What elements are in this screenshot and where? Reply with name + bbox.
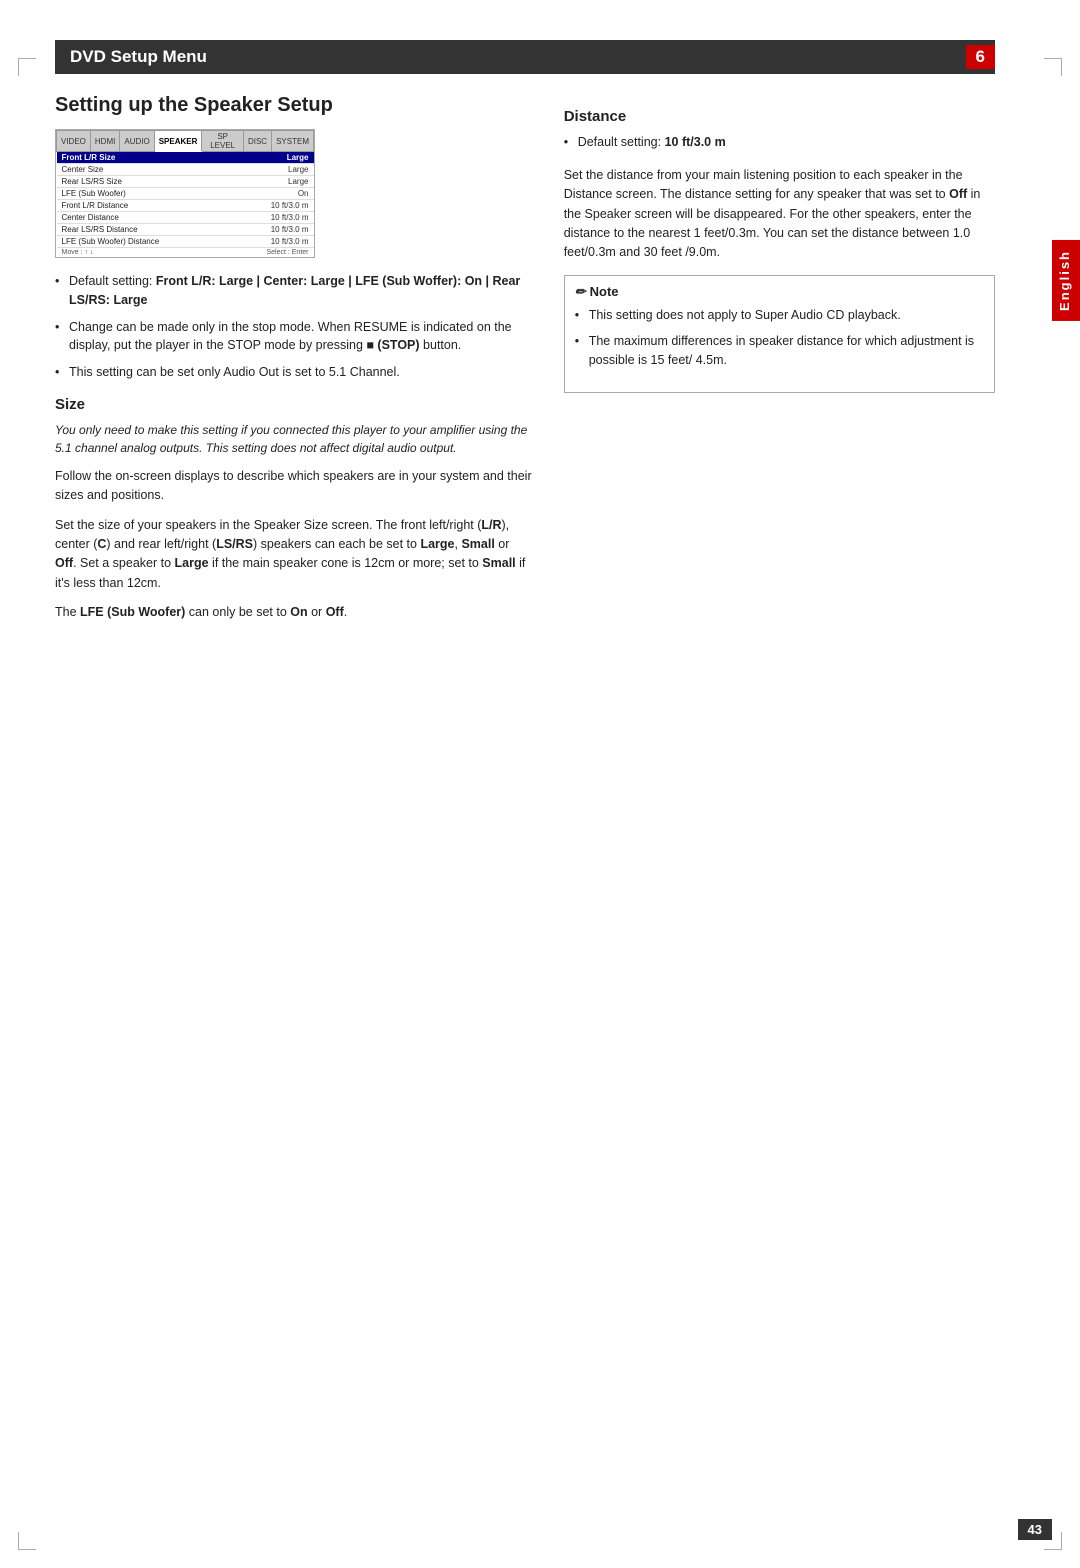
reardist-value: 10 ft/3.0 m [243,224,313,236]
tab-audio: AUDIO [120,131,154,152]
size-para-2: Set the size of your speakers in the Spe… [55,516,532,594]
center-label: Center Size [57,164,244,176]
screenshot-table: VIDEO HDMI AUDIO SPEAKER SP LEVEL DISC S… [56,130,314,257]
table-row-lfedist: LFE (Sub Woofer) Distance 10 ft/3.0 m [57,236,314,248]
tab-disc: DISC [243,131,271,152]
centerdist-label: Center Distance [57,212,244,224]
rear-label: Rear LS/RS Size [57,176,244,188]
bullet-item-3: This setting can be set only Audio Out i… [55,363,532,382]
table-row-lfe: LFE (Sub Woofer) On [57,188,314,200]
section-title: Setting up the Speaker Setup [55,94,532,117]
note-bullet-list: This setting does not apply to Super Aud… [575,306,984,370]
reardist-label: Rear LS/RS Distance [57,224,244,236]
tab-video: VIDEO [57,131,91,152]
corner-tl [18,58,36,76]
frontdist-value: 10 ft/3.0 m [243,200,313,212]
size-italic-para: You only need to make this setting if yo… [55,421,532,457]
note-title: ✏ Note [575,284,984,300]
header-title: DVD Setup Menu [70,47,207,67]
note-bullet-2: The maximum differences in speaker dista… [575,332,984,370]
header-page-num: 6 [966,45,995,69]
tab-splevel: SP LEVEL [202,131,244,152]
tab-hdmi: HDMI [90,131,119,152]
right-column: Distance Default setting: 10 ft/3.0 m Se… [564,94,995,632]
table-row-centerdist: Center Distance 10 ft/3.0 m [57,212,314,224]
tab-system: SYSTEM [272,131,314,152]
center-value: Large [243,164,313,176]
size-para-1: Follow the on-screen displays to describ… [55,467,532,506]
distance-default-list: Default setting: 10 ft/3.0 m [564,133,995,152]
lfe-label: LFE (Sub Woofer) [57,188,244,200]
lfedist-label: LFE (Sub Woofer) Distance [57,236,244,248]
note-label: Note [590,284,619,299]
frontdist-label: Front L/R Distance [57,200,244,212]
size-para-3: The LFE (Sub Woofer) can only be set to … [55,603,532,622]
size-section-title: Size [55,396,532,413]
left-column: Setting up the Speaker Setup VIDEO HDMI … [55,94,532,632]
front-lr-value: Large [243,152,313,164]
bullet-item-2: Change can be made only in the stop mode… [55,318,532,356]
centerdist-value: 10 ft/3.0 m [243,212,313,224]
distance-para-1: Set the distance from your main listenin… [564,166,995,263]
note-icon: ✏ [575,284,586,300]
corner-tr [1044,58,1062,76]
table-row-front-lr: Front L/R Size Large [57,152,314,164]
table-row-frontdist: Front L/R Distance 10 ft/3.0 m [57,200,314,212]
main-content: DVD Setup Menu 6 Setting up the Speaker … [55,40,1025,632]
table-footer-right: Select : Enter [202,248,314,258]
note-box: ✏ Note This setting does not apply to Su… [564,275,995,393]
front-lr-label: Front L/R Size [57,152,244,164]
screenshot-table-wrapper: VIDEO HDMI AUDIO SPEAKER SP LEVEL DISC S… [55,129,315,258]
language-sidebar: English [1052,240,1080,321]
corner-bl [18,1532,36,1550]
tab-row: VIDEO HDMI AUDIO SPEAKER SP LEVEL DISC S… [57,131,314,152]
page-number: 43 [1018,1519,1052,1540]
header-bar: DVD Setup Menu 6 [55,40,995,74]
lfe-value: On [243,188,313,200]
rear-value: Large [243,176,313,188]
table-row-center: Center Size Large [57,164,314,176]
distance-section-title: Distance [564,108,995,125]
table-row-rear: Rear LS/RS Size Large [57,176,314,188]
lfedist-value: 10 ft/3.0 m [243,236,313,248]
note-bullet-1: This setting does not apply to Super Aud… [575,306,984,325]
table-row-reardist: Rear LS/RS Distance 10 ft/3.0 m [57,224,314,236]
tab-speaker[interactable]: SPEAKER [154,131,202,152]
main-bullet-list: Default setting: Front L/R: Large | Cent… [55,272,532,382]
two-column-layout: Setting up the Speaker Setup VIDEO HDMI … [55,94,995,632]
table-footer-row: Move : ↑ ↓ Select : Enter [57,248,314,258]
bullet-item-1: Default setting: Front L/R: Large | Cent… [55,272,532,310]
table-footer-left: Move : ↑ ↓ [57,248,202,258]
distance-default-item: Default setting: 10 ft/3.0 m [564,133,995,152]
